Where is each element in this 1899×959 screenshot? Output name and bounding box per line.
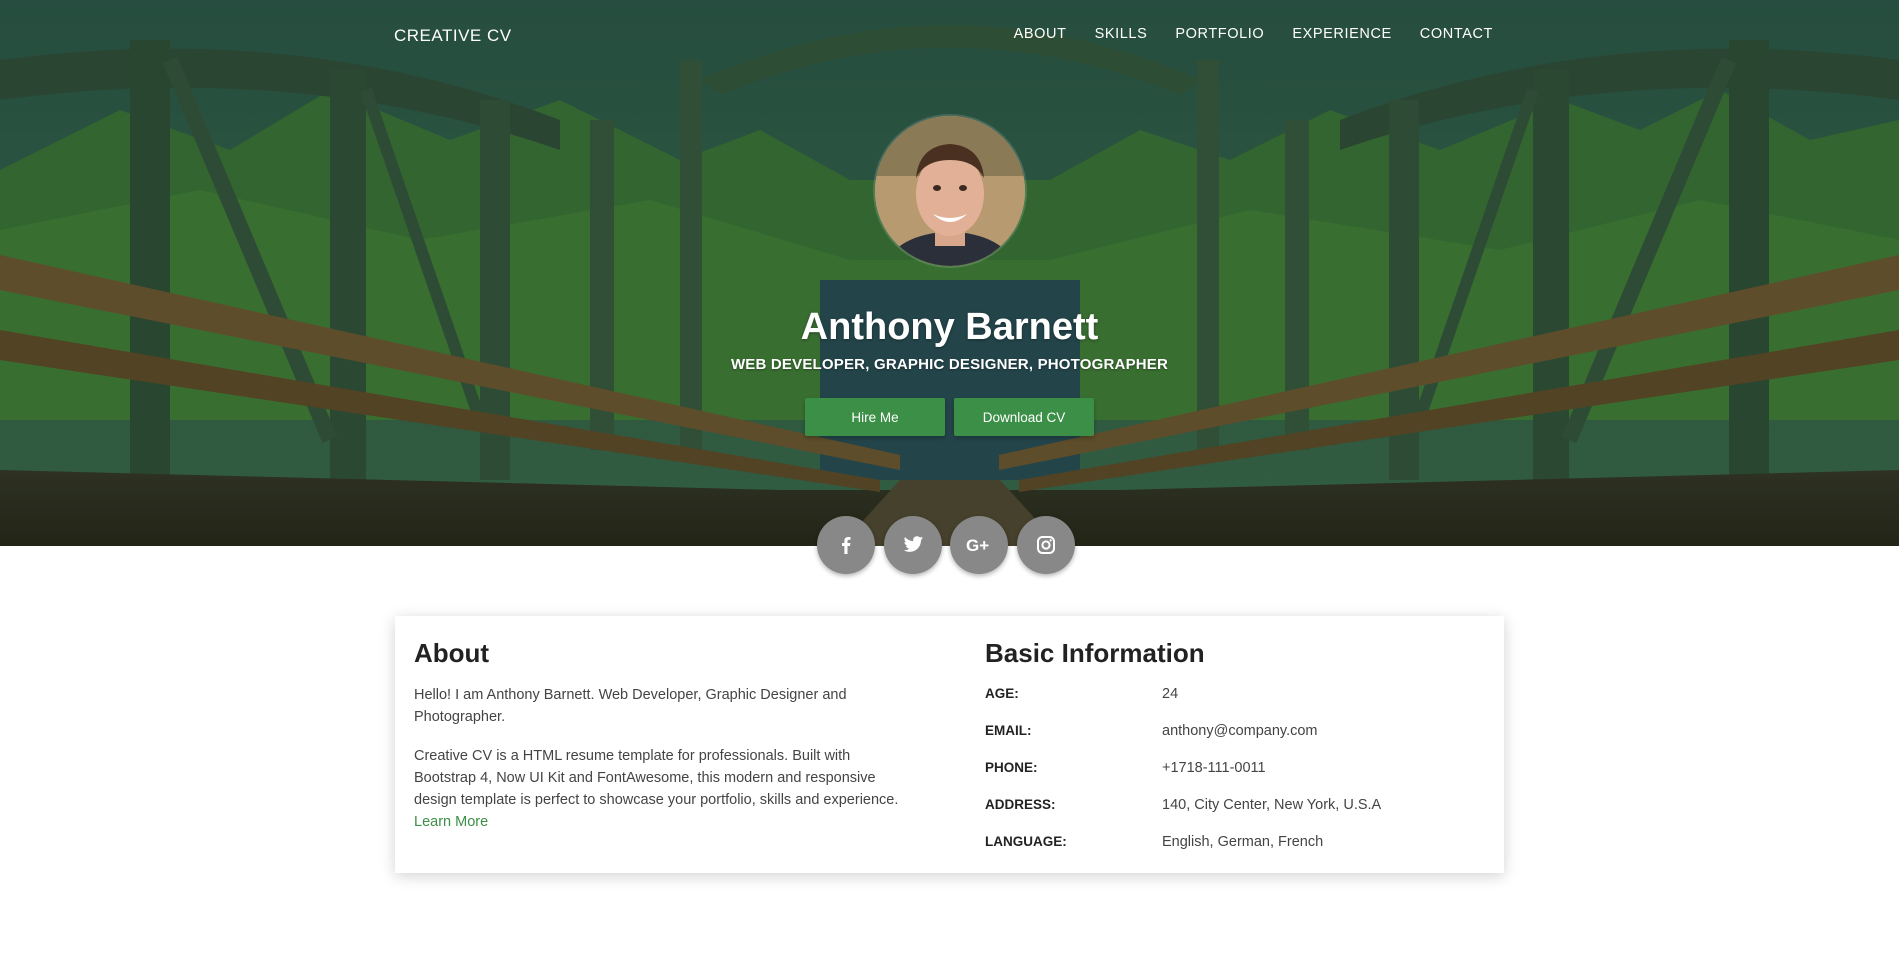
avatar (875, 116, 1025, 266)
instagram-icon (1037, 536, 1055, 554)
info-value: anthony@company.com (1162, 723, 1318, 739)
info-label: LANGUAGE: (985, 834, 1067, 849)
instagram-button[interactable] (1017, 516, 1075, 574)
about-title: About (414, 638, 490, 668)
about-intro: Hello! I am Anthony Barnett. Web Develop… (414, 687, 847, 725)
download-cv-button[interactable]: Download CV (954, 398, 1094, 436)
info-label: PHONE: (985, 760, 1038, 775)
info-label: AGE: (985, 686, 1019, 701)
bridge-background-image (0, 0, 1899, 546)
about-card: About Hello! I am Anthony Barnett. Web D… (395, 616, 1504, 873)
facebook-icon (842, 537, 851, 554)
basic-info-title: Basic Information (985, 638, 1205, 668)
info-value: 140, City Center, New York, U.S.A (1162, 797, 1382, 813)
profile-subtitle: WEB DEVELOPER, GRAPHIC DESIGNER, PHOTOGR… (730, 356, 1169, 373)
info-value: English, German, French (1162, 834, 1324, 850)
google-plus-icon: G+ (966, 536, 989, 555)
hire-me-button[interactable]: Hire Me (805, 398, 945, 436)
about-description-text: Creative CV is a HTML resume template fo… (414, 748, 899, 808)
svg-text:G+: G+ (966, 536, 989, 555)
learn-more-link[interactable]: Learn More (414, 814, 488, 830)
nav-item-experience[interactable]: EXPERIENCE (1292, 26, 1391, 42)
main-nav: ABOUT SKILLS PORTFOLIO EXPERIENCE CONTAC… (1014, 26, 1493, 42)
brand-logo[interactable]: CREATIVE CV (394, 26, 512, 46)
info-label: ADDRESS: (985, 797, 1056, 812)
hero-banner: CREATIVE CV ABOUT SKILLS PORTFOLIO EXPER… (0, 0, 1899, 546)
about-description: Creative CV is a HTML resume template fo… (414, 745, 914, 833)
nav-item-about[interactable]: ABOUT (1014, 26, 1067, 42)
info-value: +1718-111-0011 (1162, 760, 1266, 776)
info-value: 24 (1162, 686, 1179, 702)
twitter-button[interactable] (884, 516, 942, 574)
nav-item-portfolio[interactable]: PORTFOLIO (1175, 26, 1264, 42)
info-label: EMAIL: (985, 723, 1032, 738)
nav-item-skills[interactable]: SKILLS (1095, 26, 1148, 42)
facebook-button[interactable] (817, 516, 875, 574)
profile-name: Anthony Barnett (800, 306, 1099, 348)
nav-item-contact[interactable]: CONTACT (1420, 26, 1493, 42)
twitter-icon (903, 536, 924, 552)
google-plus-button[interactable]: G+ (950, 516, 1008, 574)
profile-photo (875, 116, 1025, 266)
